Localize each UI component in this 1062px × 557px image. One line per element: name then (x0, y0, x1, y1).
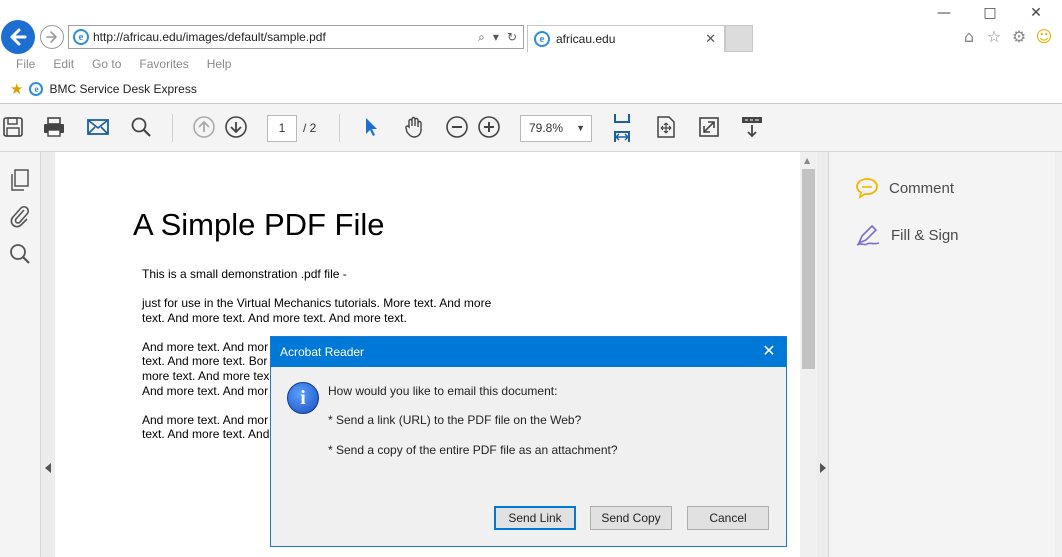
page-number-input[interactable]: 1 (267, 115, 297, 142)
settings-gear-icon[interactable]: ⚙ (1009, 27, 1029, 47)
left-navigation-rail (0, 152, 41, 557)
favorites-star-icon[interactable]: ☆ (984, 27, 1004, 47)
back-button[interactable] (1, 20, 35, 54)
pdf-title: A Simple PDF File (133, 207, 385, 242)
comment-tool[interactable]: Comment (855, 177, 954, 199)
ie-page-icon: e (73, 29, 89, 45)
pdf-text-line: And more text. And mor (142, 340, 269, 354)
save-icon[interactable] (0, 114, 26, 140)
print-icon[interactable] (41, 114, 67, 140)
scrollbar-thumb[interactable] (802, 169, 815, 369)
browser-chrome: e http://africau.edu/images/default/samp… (0, 0, 1062, 104)
dialog-close-icon[interactable]: ✕ (760, 342, 778, 360)
previous-page-icon[interactable] (191, 114, 217, 140)
vertical-scrollbar[interactable]: ▲ (800, 152, 817, 557)
window-scrollbar[interactable] (1055, 152, 1062, 557)
zoom-level-select[interactable]: 79.8% ▼ (520, 115, 592, 142)
email-icon[interactable] (85, 114, 111, 140)
refresh-icon[interactable]: ↻ (507, 30, 517, 45)
maximize-icon[interactable]: □ (967, 3, 1013, 23)
dialog-question: How would you like to email this documen… (328, 384, 558, 398)
tab-title: africau.edu (556, 32, 616, 46)
left-panel-collapse[interactable] (41, 152, 55, 557)
browser-tab[interactable]: e africau.edu ✕ (527, 25, 725, 52)
zoom-out-icon[interactable] (444, 114, 470, 140)
arrow-right-icon (46, 31, 57, 43)
add-favorite-star-icon[interactable]: ★ (10, 80, 23, 98)
cancel-button[interactable]: Cancel (687, 506, 769, 530)
pdf-text-line: text. And more text. And more text. And … (142, 311, 407, 325)
pdf-text-line: text. And more text. And (142, 427, 270, 441)
favorites-bar: ★ e BMC Service Desk Express (0, 78, 1062, 100)
dialog-option-copy: * Send a copy of the entire PDF file as … (328, 443, 618, 457)
minimize-icon[interactable]: — (921, 3, 967, 23)
toolbar-separator (339, 114, 340, 142)
fill-sign-pen-icon (856, 224, 880, 246)
close-window-icon[interactable]: ✕ (1013, 3, 1059, 23)
page-total: / 2 (303, 121, 317, 135)
zoom-level-value: 79.8% (529, 121, 564, 135)
fit-width-icon[interactable] (609, 112, 635, 144)
menu-help[interactable]: Help (207, 57, 232, 71)
menu-file[interactable]: File (16, 57, 35, 71)
menu-edit[interactable]: Edit (53, 57, 74, 71)
hand-tool-icon[interactable] (401, 114, 427, 140)
comment-bubble-icon (856, 178, 878, 199)
chevron-down-icon: ▼ (576, 123, 585, 133)
pdf-text-line: just for use in the Virtual Mechanics tu… (142, 296, 492, 310)
url-text[interactable]: http://africau.edu/images/default/sample… (93, 30, 478, 44)
page-thumbnails-icon[interactable] (8, 168, 32, 192)
dialog-titlebar: Acrobat Reader ✕ (271, 337, 786, 367)
caret-right-icon (820, 463, 826, 473)
toolbar-separator (172, 114, 173, 142)
acrobat-toolbar: 1 / 2 79.8% ▼ (0, 104, 1062, 152)
caret-left-icon (45, 463, 51, 473)
arrow-left-icon (10, 28, 27, 46)
fill-sign-tool[interactable]: Fill & Sign (855, 223, 959, 247)
scroll-mode-icon[interactable] (739, 114, 765, 140)
comment-label: Comment (889, 179, 955, 197)
pdf-text-line: And more text. And mor (142, 413, 269, 427)
menu-favorites[interactable]: Favorites (139, 57, 188, 71)
pdf-text-line: And more text. And mor (142, 384, 269, 398)
info-icon: i (287, 382, 319, 414)
send-link-button[interactable]: Send Link (494, 506, 576, 530)
attachments-paperclip-icon[interactable] (8, 204, 32, 228)
home-icon[interactable]: ⌂ (959, 27, 979, 47)
send-copy-button[interactable]: Send Copy (590, 506, 672, 530)
next-page-icon[interactable] (223, 114, 249, 140)
favorite-ie-icon: e (29, 82, 44, 96)
zoom-in-icon[interactable] (476, 114, 502, 140)
tab-favicon-icon: e (534, 31, 550, 47)
right-panel-collapse[interactable] (817, 152, 828, 557)
scroll-up-arrow-icon[interactable]: ▲ (804, 156, 810, 165)
fill-sign-label: Fill & Sign (891, 226, 959, 244)
find-search-icon[interactable] (128, 114, 154, 140)
smiley-feedback-icon[interactable]: ☺ (1034, 27, 1054, 47)
full-screen-icon[interactable] (696, 114, 722, 140)
dialog-title: Acrobat Reader (280, 345, 365, 359)
right-tools-panel: Comment Fill & Sign (828, 152, 1062, 557)
pdf-text-line: text. And more text. Bor (142, 354, 268, 368)
forward-button[interactable] (40, 25, 64, 49)
new-tab-button[interactable] (725, 25, 753, 52)
email-dialog: Acrobat Reader ✕ i How would you like to… (270, 336, 787, 547)
search-icon[interactable] (8, 242, 32, 266)
menu-goto[interactable]: Go to (92, 57, 121, 71)
address-bar[interactable]: e http://africau.edu/images/default/samp… (68, 25, 524, 49)
select-cursor-icon[interactable] (358, 114, 384, 140)
search-icon[interactable]: ⌕ (478, 30, 485, 45)
rotate-fit-icon[interactable] (653, 114, 679, 140)
favorite-link[interactable]: BMC Service Desk Express (49, 82, 196, 96)
menu-bar: File Edit Go to Favorites Help (0, 54, 1062, 74)
pdf-text-line: more text. And more tex (142, 369, 270, 383)
dropdown-caret-icon[interactable]: ▾ (493, 30, 499, 45)
dialog-option-link: * Send a link (URL) to the PDF file on t… (328, 413, 582, 427)
tab-close-icon[interactable]: ✕ (705, 32, 716, 47)
pdf-text-line: This is a small demonstration .pdf file … (142, 267, 347, 281)
